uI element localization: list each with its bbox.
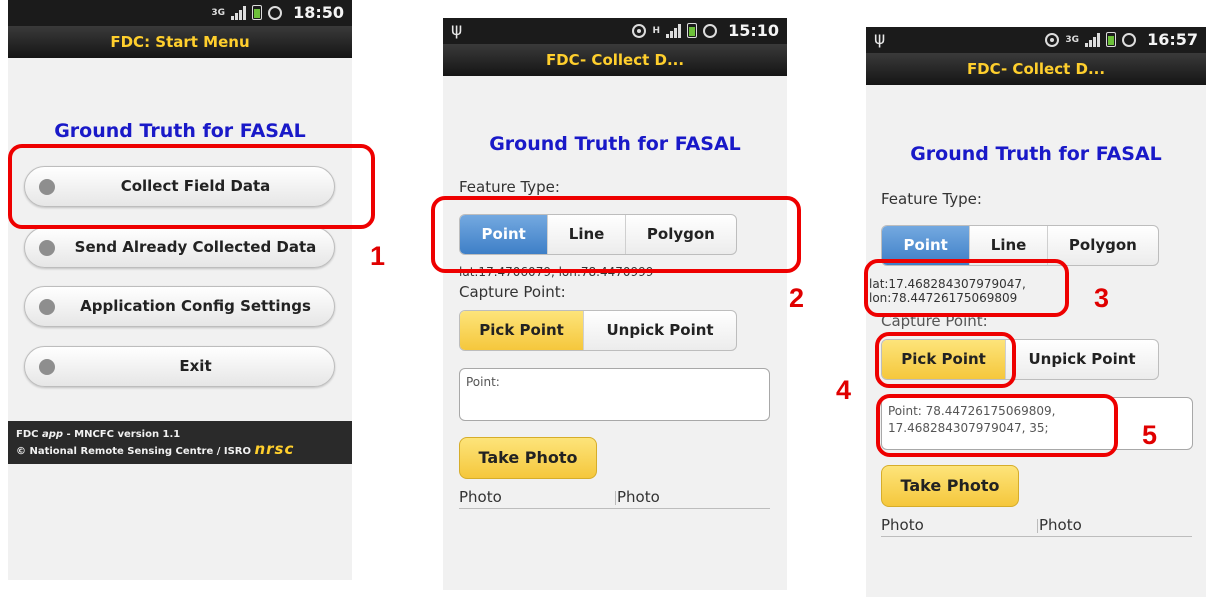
footer-app: app — [41, 429, 64, 440]
capture-point-selector: Pick Point Unpick Point — [881, 339, 1159, 380]
feature-point-option[interactable]: Point — [882, 226, 971, 265]
step-number-3: 3 — [1094, 283, 1110, 313]
radio-dot-icon — [39, 179, 55, 195]
usb-icon: ψ — [874, 29, 886, 49]
page-heading: Ground Truth for FASAL — [910, 143, 1162, 165]
footer-version: - MNCFC version 1.1 — [63, 429, 181, 440]
button-label: Send Already Collected Data — [74, 238, 317, 256]
collect-field-data-button[interactable]: Collect Field Data — [24, 166, 335, 207]
footer-prefix: FDC — [16, 429, 42, 440]
button-label: Collect Field Data — [120, 177, 271, 195]
capture-point-label: Capture Point: — [881, 312, 988, 330]
usb-icon: ψ — [451, 20, 463, 40]
feature-type-label: Feature Type: — [459, 178, 560, 196]
capture-point-selector: Pick Point Unpick Point — [459, 310, 737, 351]
take-photo-button[interactable]: Take Photo — [881, 465, 1019, 507]
status-icons: H — [632, 23, 717, 38]
screen-collect-data-picked: ψ 3G 16:57 FDC- Collect D... Ground Trut… — [866, 27, 1206, 597]
signal-icon — [1085, 32, 1100, 47]
pick-point-button[interactable]: Pick Point — [882, 340, 1007, 379]
footer-version-line: FDC app - MNCFC version 1.1 — [16, 427, 344, 442]
feature-polygon-option[interactable]: Polygon — [626, 215, 736, 254]
page-heading: Ground Truth for FASAL — [489, 133, 741, 155]
pick-point-button[interactable]: Pick Point — [460, 311, 585, 350]
status-bar: ψ 3G 16:57 — [866, 27, 1206, 53]
photo-col-1: Photo — [459, 488, 502, 506]
photo-col-2: Photo — [617, 488, 660, 506]
battery-icon — [687, 23, 697, 38]
status-time: 18:50 — [293, 3, 344, 22]
feature-polygon-option[interactable]: Polygon — [1048, 226, 1158, 265]
coordinates-text: lat:17.468284307979047, lon:78.447261750… — [869, 277, 1026, 305]
take-photo-button[interactable]: Take Photo — [459, 437, 597, 479]
coordinates-text: lat:17.4706079, lon:78.4470999 — [459, 265, 654, 279]
unpick-point-button[interactable]: Unpick Point — [584, 311, 736, 350]
battery-icon — [252, 5, 262, 20]
unpick-point-button[interactable]: Unpick Point — [1006, 340, 1158, 379]
footer-copyright: © National Remote Sensing Centre / ISRO — [16, 446, 251, 457]
config-settings-button[interactable]: Application Config Settings — [24, 286, 335, 327]
status-bar: 3G 18:50 — [8, 0, 352, 26]
latitude-text: lat:17.468284307979047, — [869, 277, 1026, 291]
button-label: Exit — [179, 357, 212, 375]
app-title: FDC- Collect D... — [443, 44, 787, 76]
footer-copyright-line: © National Remote Sensing Centre / ISRO … — [16, 442, 344, 459]
signal-icon — [231, 5, 246, 20]
feature-type-selector: Point Line Polygon — [459, 214, 737, 255]
signal-icon — [666, 23, 681, 38]
point-text: Point: — [466, 375, 500, 389]
status-bar: ψ H 15:10 — [443, 18, 787, 44]
alarm-icon — [268, 5, 282, 20]
capture-point-label: Capture Point: — [459, 283, 566, 301]
point-text-area[interactable]: Point: — [459, 368, 770, 421]
radio-dot-icon — [39, 359, 55, 375]
longitude-text: lon:78.44726175069809 — [869, 291, 1018, 305]
status-time: 16:57 — [1147, 30, 1198, 49]
photo-col-1: Photo — [881, 516, 924, 534]
photo-row: Photo Photo — [459, 488, 770, 509]
gps-icon — [1045, 32, 1060, 47]
network-icon: H — [652, 25, 660, 36]
screen-start-menu: 3G 18:50 FDC: Start Menu Ground Truth fo… — [8, 0, 352, 580]
step-number-5: 5 — [1142, 420, 1158, 450]
step-number-1: 1 — [370, 241, 386, 271]
page-heading: Ground Truth for FASAL — [54, 120, 306, 142]
feature-line-option[interactable]: Line — [548, 215, 626, 254]
battery-icon — [1106, 32, 1116, 47]
feature-point-option[interactable]: Point — [460, 215, 549, 254]
gps-icon — [632, 23, 647, 38]
exit-button[interactable]: Exit — [24, 346, 335, 387]
photo-col-divider — [615, 491, 616, 505]
app-title: FDC- Collect D... — [866, 53, 1206, 85]
screen-collect-data-initial: ψ H 15:10 FDC- Collect D... Ground Truth… — [443, 18, 787, 590]
feature-type-label: Feature Type: — [881, 190, 982, 208]
step-number-2: 2 — [789, 283, 805, 313]
network-icon: 3G — [1065, 34, 1079, 45]
feature-line-option[interactable]: Line — [970, 226, 1048, 265]
point-text-line-1: Point: 78.44726175069809, — [888, 404, 1056, 418]
photo-row: Photo Photo — [881, 516, 1192, 537]
step-number-4: 4 — [836, 375, 852, 405]
alarm-icon — [703, 23, 717, 38]
radio-dot-icon — [39, 299, 55, 315]
radio-dot-icon — [39, 240, 55, 256]
button-label: Application Config Settings — [80, 297, 311, 315]
feature-type-selector: Point Line Polygon — [881, 225, 1159, 266]
photo-col-divider — [1037, 519, 1038, 533]
alarm-icon — [1122, 32, 1136, 47]
footer: FDC app - MNCFC version 1.1 © National R… — [8, 421, 352, 464]
status-time: 15:10 — [728, 21, 779, 40]
status-icons: 3G — [211, 5, 282, 20]
status-icons: 3G — [1045, 32, 1136, 47]
send-collected-data-button[interactable]: Send Already Collected Data — [24, 227, 335, 268]
app-title: FDC: Start Menu — [8, 26, 352, 58]
photo-col-2: Photo — [1039, 516, 1082, 534]
network-icon: 3G — [211, 7, 225, 18]
nrsc-logo: nrsc — [254, 440, 295, 458]
